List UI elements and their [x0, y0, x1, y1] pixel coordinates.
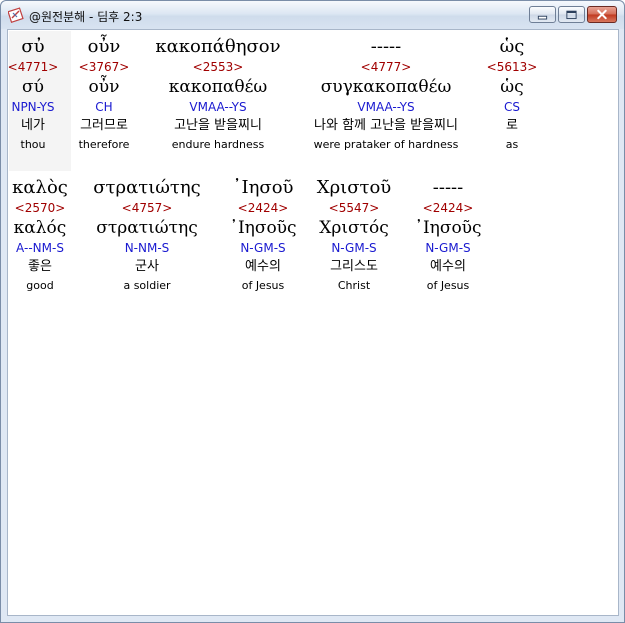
word-cell[interactable]: κακοπάθησον <2553> κακοπαθέω VMAA--YS 고난…	[148, 35, 288, 155]
minimize-icon	[537, 15, 548, 20]
strong-number: <5547>	[328, 201, 380, 215]
word-cell[interactable]: οὖν <3767> οὖν CH 그러므로 therefore	[64, 35, 144, 155]
parsing-code: A--NM-S	[16, 241, 64, 255]
strong-number: <4777>	[360, 60, 412, 74]
minimize-button[interactable]	[529, 6, 556, 23]
english-gloss: good	[26, 279, 54, 292]
greek-word: κακοπάθησον	[155, 36, 281, 57]
parsing-code: N-GM-S	[425, 241, 471, 255]
parsing-code: VMAA--YS	[189, 100, 247, 114]
window-title: @원전분해 - 딤후 2:3	[29, 10, 143, 24]
korean-gloss: 고난을 받을찌니	[174, 118, 262, 133]
word-cell[interactable]: Χριστοῦ <5547> Χριστός N-GM-S 그리스도 Chris…	[308, 176, 400, 296]
english-gloss: a soldier	[123, 279, 171, 292]
lemma: στρατιώτης	[96, 218, 198, 238]
app-logo-icon[interactable]	[8, 7, 24, 23]
lemma: κακοπαθέω	[168, 77, 268, 97]
english-gloss: Christ	[337, 279, 371, 292]
app-window: @원전분해 - 딤후 2:3 σὐ <4771> σύ NPN-YS 네가 th…	[0, 0, 625, 623]
greek-word: ὡς	[499, 36, 525, 57]
parsing-code: CS	[504, 100, 520, 114]
close-icon	[597, 9, 607, 20]
lemma: συγκακοπαθέω	[320, 77, 452, 97]
word-cell[interactable]: στρατιώτης <4757> στρατιώτης N-NM-S 군사 a…	[82, 176, 212, 296]
strong-number: <2424>	[237, 201, 289, 215]
lemma: καλός	[13, 218, 67, 238]
greek-word: -----	[370, 36, 402, 57]
korean-gloss: 그러므로	[80, 118, 128, 133]
english-gloss: of Jesus	[241, 279, 285, 292]
maximize-icon	[566, 10, 577, 20]
word-cell[interactable]: ----- <4777> συγκακοπαθέω VMAA--YS 나와 함께…	[293, 35, 479, 155]
english-gloss: of Jesus	[426, 279, 470, 292]
word-cell[interactable]: ᾿Ιησοῦ <2424> ᾿Ιησοῦς N-GM-S 예수의 of Jesu…	[218, 176, 308, 296]
lemma: ὡς	[500, 77, 524, 97]
english-gloss: as	[505, 138, 519, 151]
strong-number: <2424>	[422, 201, 474, 215]
parsing-code: CH	[95, 100, 113, 114]
greek-word: Χριστοῦ	[316, 177, 392, 198]
korean-gloss: 로	[506, 118, 518, 133]
maximize-button[interactable]	[558, 6, 585, 23]
greek-word: ᾿Ιησοῦ	[232, 177, 294, 198]
greek-word: οὖν	[87, 36, 121, 57]
english-gloss: therefore	[78, 138, 130, 151]
close-button[interactable]	[587, 6, 617, 23]
english-gloss: endure hardness	[171, 138, 265, 151]
word-cell[interactable]: ὡς <5613> ὡς CS 로 as	[482, 35, 542, 155]
korean-gloss: 예수의	[430, 259, 466, 274]
parsing-code: N-NM-S	[124, 241, 170, 255]
lemma: οὖν	[88, 77, 120, 97]
greek-word: καλὸς	[12, 177, 68, 198]
parsing-code: N-GM-S	[331, 241, 377, 255]
korean-gloss: 예수의	[245, 259, 281, 274]
korean-gloss: 그리스도	[330, 259, 378, 274]
strong-number: <3767>	[78, 60, 130, 74]
korean-gloss: 군사	[135, 259, 159, 274]
interlinear-pane[interactable]: σὐ <4771> σύ NPN-YS 네가 thou οὖν <3767> ο…	[7, 29, 619, 616]
parsing-code: N-GM-S	[240, 241, 286, 255]
strong-number: <2570>	[14, 201, 66, 215]
lemma: ᾿Ιησοῦς	[229, 218, 297, 238]
word-cell[interactable]: ----- <2424> ᾿Ιησοῦς N-GM-S 예수의 of Jesus	[404, 176, 492, 296]
lemma: Χριστός	[319, 218, 389, 238]
word-cell[interactable]: καλὸς <2570> καλός A--NM-S 좋은 good	[8, 176, 75, 296]
strong-number: <5613>	[486, 60, 538, 74]
greek-word: -----	[432, 177, 464, 198]
english-gloss: were prataker of hardness	[313, 138, 459, 151]
lemma: ᾿Ιησοῦς	[414, 218, 482, 238]
strong-number: <2553>	[192, 60, 244, 74]
greek-word: στρατιώτης	[93, 177, 201, 198]
title-bar[interactable]: @원전분해 - 딤후 2:3	[1, 1, 624, 29]
korean-gloss: 나와 함께 고난을 받을찌니	[314, 118, 458, 133]
strong-number: <4757>	[121, 201, 173, 215]
parsing-code: VMAA--YS	[357, 100, 415, 114]
korean-gloss: 좋은	[28, 259, 52, 274]
